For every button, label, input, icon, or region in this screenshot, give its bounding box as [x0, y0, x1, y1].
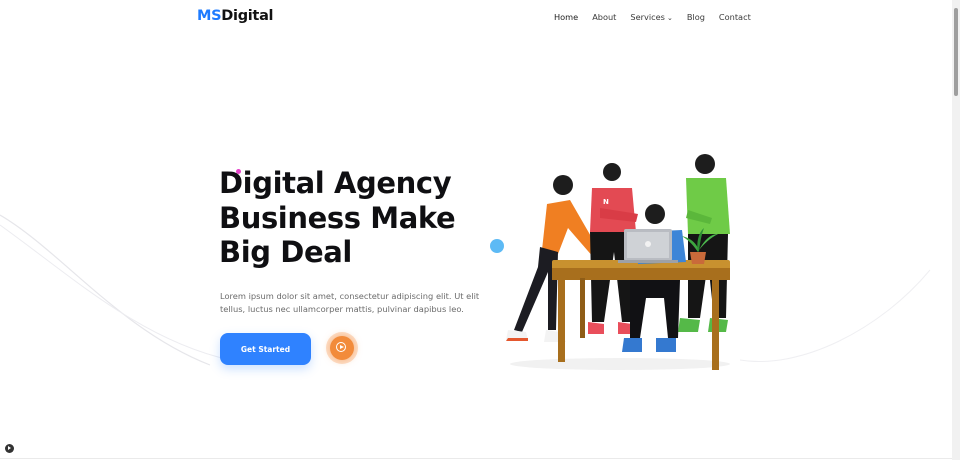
brand-logo[interactable]: MSDigital [197, 8, 274, 24]
play-badge-triangle [8, 446, 12, 451]
hero-title: Digital Agency Business Make Big Deal [219, 166, 489, 270]
shirt-letter: N [603, 198, 609, 206]
scrollbar[interactable] [952, 0, 960, 460]
main-menu: Home About Services ⌄ Blog Contact [554, 12, 765, 22]
hero-title-line-2: Business Make [219, 200, 456, 235]
hero-description: Lorem ipsum dolor sit amet, consectetur … [220, 291, 480, 314]
play-video-button[interactable] [326, 332, 358, 364]
logo-digital: Digital [221, 8, 274, 24]
hero-title-line-3: Big Deal [219, 235, 352, 269]
play-triangle [340, 344, 344, 349]
nav-item-about[interactable]: About [592, 12, 616, 22]
logo-ms: MS [197, 8, 222, 24]
nav-item-home[interactable]: Home [554, 12, 578, 22]
play-badge-icon[interactable] [5, 444, 14, 453]
hero-illustration: N [506, 154, 730, 370]
person-orange [506, 175, 600, 342]
nav-item-services[interactable]: Services ⌄ [630, 12, 672, 22]
get-started-button[interactable]: Get Started [220, 333, 311, 365]
navbar: MSDigital Home About Services ⌄ Blog Cont… [0, 0, 952, 36]
chevron-down-icon: ⌄ [666, 14, 673, 22]
scrollbar-thumb[interactable] [954, 8, 958, 96]
nav-item-contact[interactable]: Contact [719, 12, 751, 22]
hero-title-line-1: Digital Agency [219, 166, 452, 200]
divider [0, 458, 952, 459]
nav-item-services-label: Services [630, 12, 665, 22]
play-circle-icon [330, 336, 354, 360]
laptop [618, 229, 678, 263]
nav-item-blog[interactable]: Blog [687, 12, 705, 22]
